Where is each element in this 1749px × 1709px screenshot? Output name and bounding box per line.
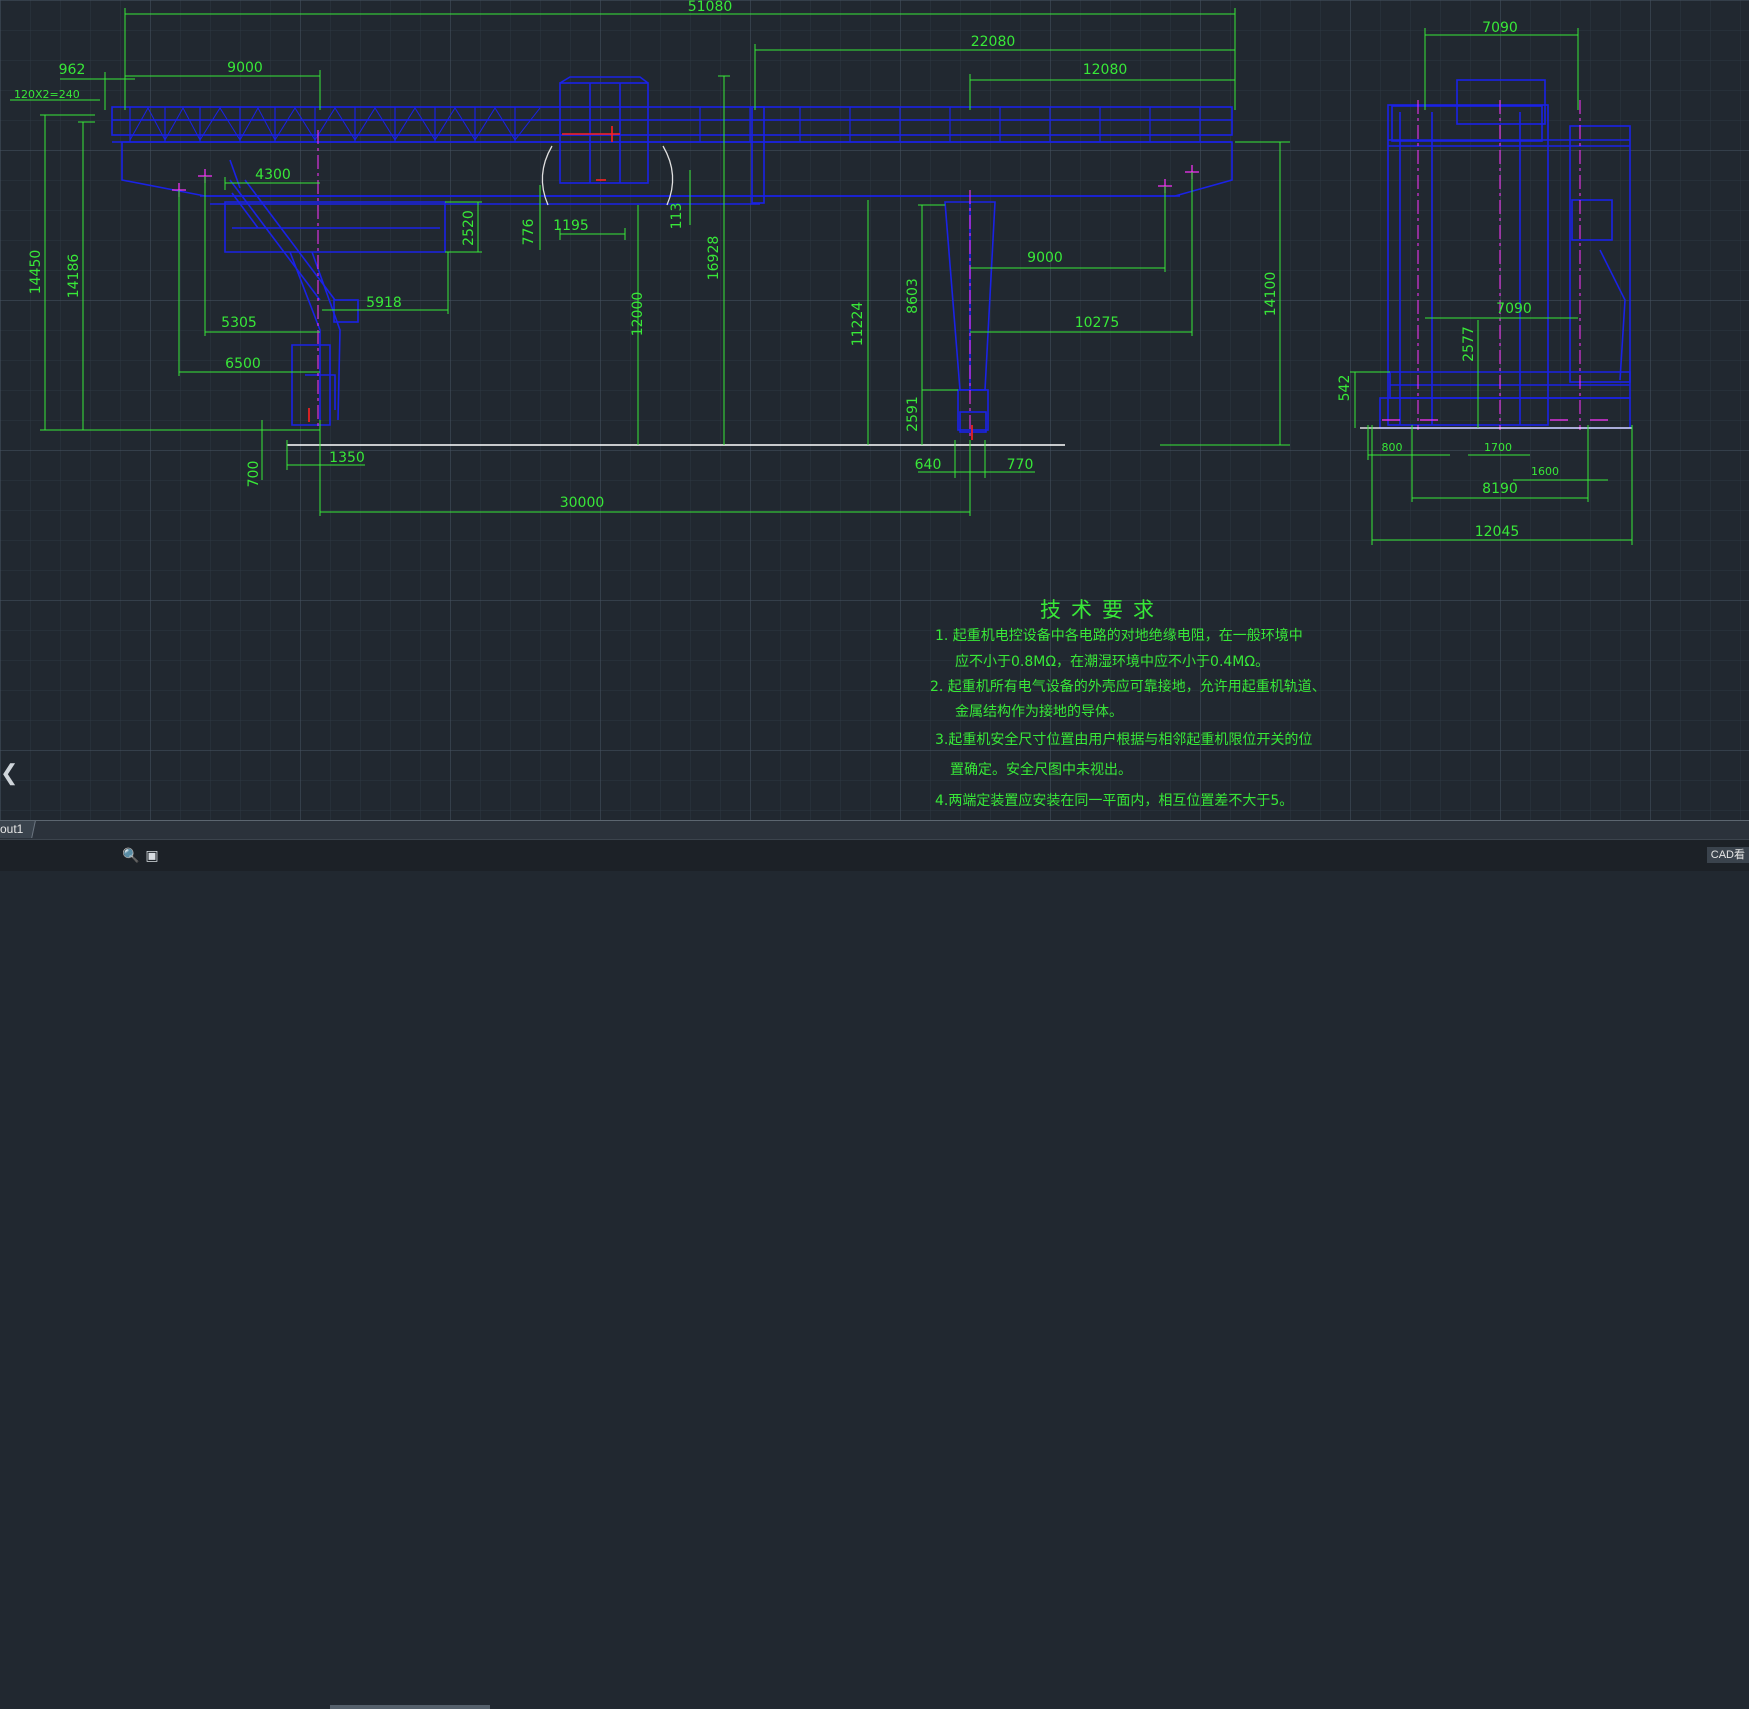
front-view-structure (111, 76, 1233, 433)
dim-side-800: 800 (1382, 441, 1403, 454)
dim-leg-height: 11224 (850, 302, 866, 347)
dim-trolley-hook: 776 (521, 219, 537, 246)
dim-rail-note: 120X2=240 (14, 88, 80, 101)
dim-left-height-a: 14450 (28, 250, 44, 295)
dim-side-1700: 1700 (1484, 441, 1512, 454)
dim-bottom-1350: 1350 (329, 450, 365, 466)
status-bar: 🔍 ▣ (0, 839, 1749, 1709)
dimension-texts: 51080 962 9000 120X2=240 22080 12080 430… (14, 0, 1559, 540)
note-line-4: 4.两端定装置应安装在同一平面内，相互位置差不大于5。 (935, 793, 1294, 809)
dim-side-inner: 7090 (1496, 301, 1532, 317)
gantry-crane-drawing: 51080 962 9000 120X2=240 22080 12080 430… (10, 0, 1633, 545)
dim-bottom-640: 640 (915, 457, 942, 473)
zoom-icon[interactable]: 🔍 (122, 847, 139, 863)
drawing-canvas[interactable]: 51080 962 9000 120X2=240 22080 12080 430… (0, 0, 1749, 820)
dim-overall-span: 51080 (688, 0, 733, 15)
dim-side-1600: 1600 (1531, 465, 1559, 478)
fullscreen-icon[interactable]: ▣ (144, 847, 160, 863)
layout-tab-bar: out1 (0, 820, 1749, 839)
note-line-3: 3.起重机安全尺寸位置由用户根据与相邻起重机限位开关的位 (935, 732, 1313, 748)
dim-side-top: 7090 (1482, 20, 1518, 36)
dim-side-total: 12045 (1475, 524, 1520, 540)
note-line-2b: 金属结构作为接地的导体。 (955, 704, 1123, 720)
dim-rigid-cantilever: 22080 (971, 34, 1016, 50)
notes-title: 技术要求 (1040, 598, 1164, 622)
dim-side-8190: 8190 (1482, 481, 1518, 497)
dim-left-height-b: 14186 (66, 254, 82, 299)
chevron-left-icon[interactable]: ❮ (0, 760, 18, 786)
dim-right-height: 14100 (1263, 272, 1279, 317)
dim-left-cantilever: 9000 (227, 60, 263, 76)
dim-base: 2591 (905, 396, 921, 432)
dim-girder-depth: 2520 (461, 210, 477, 246)
dim-span: 30000 (560, 495, 605, 511)
dim-lift-height: 12000 (630, 292, 646, 337)
note-line-1: 1. 起重机电控设备中各电路的对地绝缘电阻，在一般环境中 (935, 628, 1303, 644)
tab-layout[interactable]: out1 (0, 821, 37, 838)
dim-inner-height: 8603 (905, 278, 921, 314)
dim-bottom-700: 700 (246, 461, 262, 488)
dim-hook-small: 113 (669, 203, 685, 230)
dim-right-inner: 9000 (1027, 250, 1063, 266)
dim-right-10275: 10275 (1075, 315, 1120, 331)
dim-end-overhang: 962 (59, 62, 86, 78)
dim-left-6500: 6500 (225, 356, 261, 372)
dim-left-5305: 5305 (221, 315, 257, 331)
dim-leg-offset: 4300 (255, 167, 291, 183)
dim-side-2577: 2577 (1461, 326, 1477, 362)
horizontal-scrollbar[interactable] (330, 1705, 490, 1709)
dim-trolley-track: 1195 (553, 218, 589, 234)
note-line-3b: 置确定。安全尺图中未视出。 (950, 762, 1132, 778)
dim-side-542: 542 (1337, 375, 1353, 402)
app-label: CAD看 (1706, 847, 1749, 863)
dim-max-height: 16928 (706, 236, 722, 281)
dim-right-cantilever: 12080 (1083, 62, 1128, 78)
red-markers (308, 126, 973, 440)
tab-layout-label: out1 (0, 822, 24, 836)
note-line-1b: 应不小于0.8MΩ，在潮湿环境中应不小于0.4MΩ。 (955, 654, 1270, 670)
dim-left-5918: 5918 (366, 295, 402, 311)
dim-bottom-770: 770 (1007, 457, 1034, 473)
note-line-2: 2. 起重机所有电气设备的外壳应可靠接地，允许用起重机轨道、 (930, 679, 1326, 695)
